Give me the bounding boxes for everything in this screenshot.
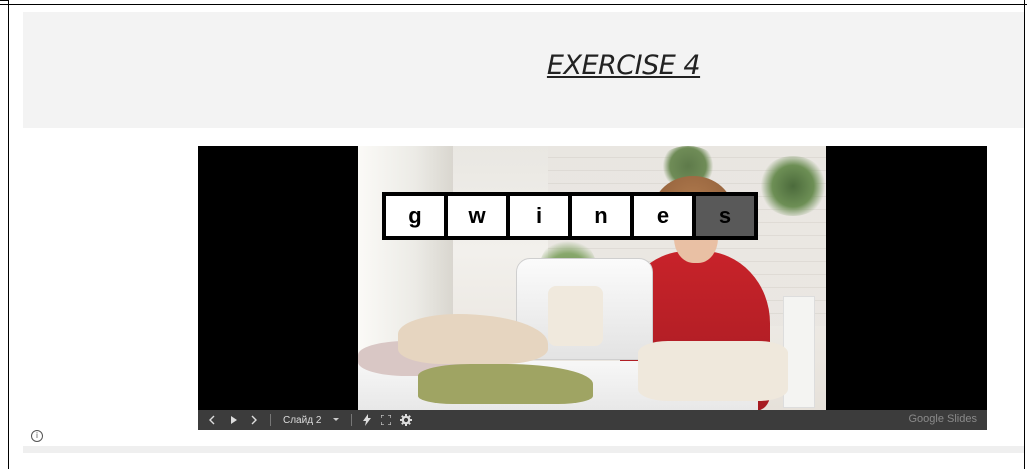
photo-plant [758, 156, 826, 216]
gear-icon[interactable] [396, 410, 416, 430]
header-band: EXERCISE 4 [23, 12, 1024, 128]
controls-divider [351, 414, 353, 426]
photo-sewing-machine-arm [548, 286, 603, 346]
fullscreen-icon[interactable] [376, 410, 396, 430]
footer-band [23, 446, 1024, 453]
letter-tiles: g w i n e s [382, 192, 758, 240]
player-controls: Слайд 2 Google Slides [198, 410, 987, 430]
page-right-border [1024, 0, 1025, 469]
slide-label: Слайд 2 [283, 414, 322, 426]
slide-selector[interactable]: Слайд 2 [277, 410, 327, 430]
page-title: EXERCISE 4 [546, 50, 701, 81]
letter-tile: e [634, 196, 692, 236]
caret-down-icon[interactable] [327, 410, 345, 430]
slides-embed[interactable]: g w i n e s Слайд 2 Google Slides [198, 146, 987, 430]
photo-fabric [418, 364, 593, 404]
letter-tile: s [696, 196, 754, 236]
page-top-border [0, 4, 1027, 5]
photo-cloth [638, 341, 788, 401]
slide-image: g w i n e s [358, 146, 826, 410]
page-left-border [8, 0, 9, 469]
letter-tile: i [510, 196, 568, 236]
chevron-right-icon[interactable] [244, 410, 264, 430]
controls-divider [270, 414, 271, 426]
chevron-left-icon[interactable] [200, 410, 224, 430]
play-icon[interactable] [224, 410, 244, 430]
pencil-icon[interactable] [358, 410, 376, 430]
info-icon[interactable]: i [31, 430, 43, 442]
google-slides-brand[interactable]: Google Slides [909, 413, 978, 425]
letter-tile: w [448, 196, 506, 236]
letter-tile: g [386, 196, 444, 236]
letter-tile: n [572, 196, 630, 236]
